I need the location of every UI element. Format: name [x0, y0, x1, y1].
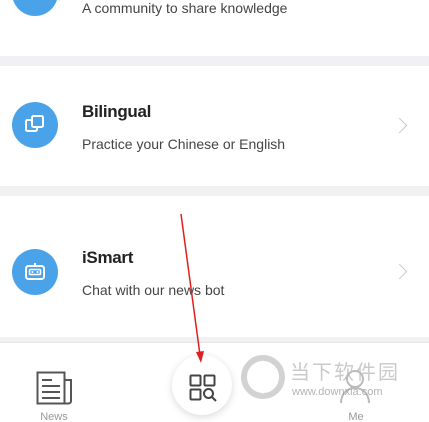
watermark-url: www.downxia.com [292, 386, 383, 398]
bilingual-title: Bilingual [82, 102, 152, 121]
chevron-right-icon [391, 263, 408, 280]
watermark-logo-icon [241, 355, 285, 399]
list-item-community[interactable]: A community to share knowledge [0, 0, 429, 56]
bilingual-icon [12, 102, 58, 148]
tab-me-label: Me [348, 411, 364, 422]
chevron-right-icon [391, 117, 408, 134]
newspaper-icon [36, 371, 72, 405]
community-icon [12, 0, 58, 16]
ismart-title: iSmart [82, 248, 134, 267]
bilingual-description: Practice your Chinese or English [82, 136, 286, 152]
ismart-description: Chat with our news bot [82, 282, 225, 298]
tab-discover[interactable] [164, 343, 244, 422]
list-item-ismart[interactable]: iSmart Chat with our news bot [0, 196, 429, 337]
tab-news[interactable]: News [16, 343, 96, 422]
discover-screen: A community to share knowledge Bilingual… [0, 0, 429, 422]
discover-grid-icon [189, 374, 217, 402]
robot-icon [12, 249, 58, 295]
list-item-bilingual[interactable]: Bilingual Practice your Chinese or Engli… [0, 66, 429, 186]
watermark: 当下软件园 www.downxia.com [240, 354, 410, 404]
tab-news-label: News [40, 411, 68, 422]
community-description: A community to share knowledge [82, 0, 288, 16]
watermark-chinese-text: 当下软件园 [290, 360, 400, 384]
